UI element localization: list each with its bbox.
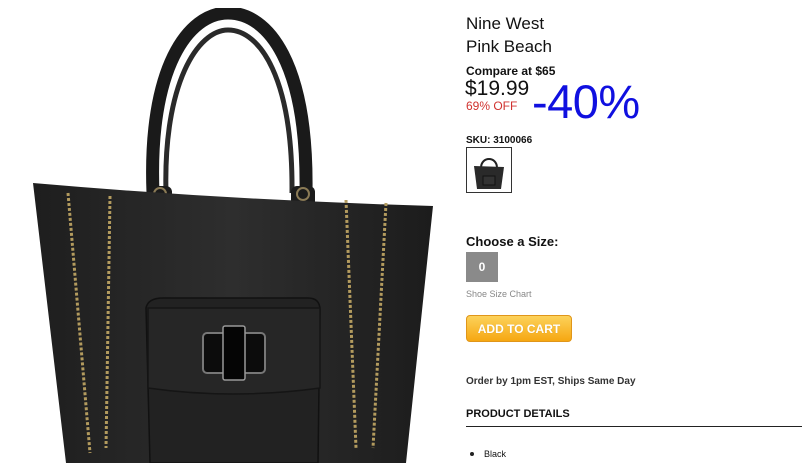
choose-size-label: Choose a Size: (466, 234, 559, 249)
size-chart-link[interactable]: Shoe Size Chart (466, 289, 532, 299)
bag-thumbnail-icon (474, 158, 504, 189)
sale-price: $19.99 (465, 77, 530, 100)
bullet-icon (470, 452, 474, 457)
shipping-note: Order by 1pm EST, Ships Same Day (466, 376, 636, 387)
list-item: Black (466, 449, 506, 459)
product-details-list: Black (466, 449, 506, 459)
discount-overlay: -40% (532, 75, 640, 128)
size-option-0[interactable]: 0 (466, 252, 498, 282)
add-to-cart-button[interactable]: ADD TO CART (466, 315, 572, 342)
detail-text: Black (484, 449, 507, 459)
product-image (33, 8, 433, 463)
details-divider (466, 426, 802, 427)
percent-off-badge: 69% OFF (466, 99, 518, 113)
color-swatch-thumbnail[interactable] (466, 147, 512, 193)
product-details-header: PRODUCT DETAILS (466, 408, 570, 420)
product-name: Pink Beach (466, 37, 552, 56)
sku-label: SKU: 3100066 (466, 135, 533, 146)
product-brand: Nine West (466, 14, 545, 33)
